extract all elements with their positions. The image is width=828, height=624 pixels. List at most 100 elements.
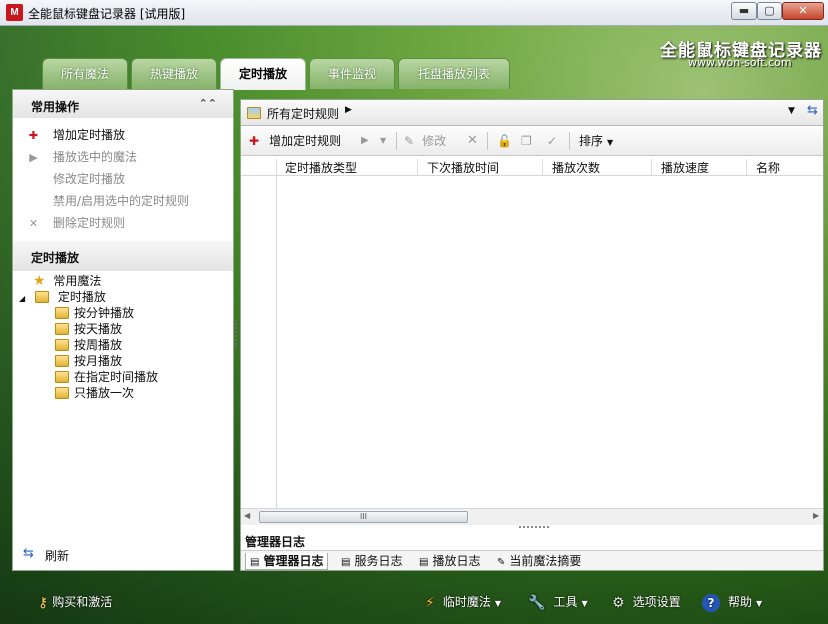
help-icon: ? [702,594,720,612]
op-toggle-rule[interactable]: 禁用/启用选中的定时规则 [13,190,233,212]
tree-label: 在指定时间播放 [74,370,159,384]
copy-icon[interactable]: ❐ [521,133,532,149]
op-edit-schedule[interactable]: 修改定时播放 [13,168,233,190]
temp-magic-button[interactable]: ⚡ 临时魔法 ▼ [425,593,501,611]
edit-button[interactable]: ✎ 修改 [404,133,446,149]
tab-hotkey-play[interactable]: 热键播放 [131,58,217,89]
log-tab-manager[interactable]: ▤ 管理器日志 [245,553,329,570]
buy-activate-button[interactable]: ⚷ 购买和激活 [38,593,112,611]
tools-button[interactable]: 🔧 工具 ▼ [528,593,588,611]
expand-icon[interactable]: ◢ [19,294,25,303]
refresh-button[interactable]: ⇆ 刷新 [13,538,233,570]
paste-icon[interactable]: ✓ [547,133,557,149]
folder-icon [55,307,69,319]
log-splitter[interactable] [519,526,549,528]
gear-icon: ⚙ [612,595,625,611]
col-next-time[interactable]: 下次播放时间 [427,159,499,176]
folder-icon [55,355,69,367]
tree-label: 按周播放 [74,338,123,352]
horizontal-scrollbar[interactable]: ◀ III ▶ [241,508,823,525]
collapse-icon[interactable]: ⌃⌃ [199,97,217,110]
tree-item-per-day[interactable]: 按天播放 [13,321,233,337]
tree-item-play-once[interactable]: 只播放一次 [13,385,233,401]
col-name[interactable]: 名称 [756,159,780,176]
tree-item-specific-time[interactable]: 在指定时间播放 [13,369,233,385]
toolbar-separator [487,132,488,150]
play-icon[interactable]: ▶ [361,133,369,149]
delete-icon: ✕ [28,217,39,230]
column-header: 定时播放类型 下次播放时间 播放次数 播放速度 名称 [241,156,823,176]
document-icon: ▤ [250,557,260,568]
op-add-schedule[interactable]: ✚ 增加定时播放 [13,124,233,146]
delete-icon[interactable]: ✕ [467,133,478,149]
op-label: 禁用/启用选中的定时规则 [53,194,190,208]
sort-button[interactable]: 排序 ▼ [579,133,613,149]
options-button[interactable]: ⚙ 选项设置 [612,593,681,611]
common-ops-header: 常用操作 ⌃⌃ [13,90,233,118]
splitter-handle[interactable] [235,320,239,348]
options-label: 选项设置 [632,595,681,609]
sort-label: 排序 [579,134,604,148]
schedule-tree-header: 定时播放 [13,241,233,271]
col-play-speed[interactable]: 播放速度 [661,159,709,176]
left-panel: 常用操作 ⌃⌃ ✚ 增加定时播放 ▶ 播放选中的魔法 修改定时播放 禁用/启用选… [12,89,234,571]
scroll-thumb[interactable]: III [259,511,468,523]
tree-item-favorites[interactable]: ★ 常用魔法 [13,273,233,289]
tree-label: 定时播放 [57,290,106,304]
add-rule-button[interactable]: ✚ 增加定时规则 [249,133,341,149]
close-button[interactable]: ✕ [782,2,824,20]
document-icon: ▤ [341,557,351,568]
tab-scheduled-play[interactable]: 定时播放 [220,58,306,90]
col-schedule-type[interactable]: 定时播放类型 [285,159,357,176]
unlock-icon[interactable]: 🔓 [497,133,512,149]
log-tab-label: 播放日志 [432,554,481,568]
minimize-button[interactable]: ▬ [731,2,757,20]
lightning-icon: ⚡ [425,595,435,611]
maximize-button[interactable]: ▢ [757,2,782,20]
log-tab-summary[interactable]: ✎ 当前魔法摘要 [497,553,581,570]
col-play-count[interactable]: 播放次数 [552,159,600,176]
log-tab-label: 管理器日志 [263,554,324,568]
ops-list: ✚ 增加定时播放 ▶ 播放选中的魔法 修改定时播放 禁用/启用选中的定时规则 ✕… [13,118,233,234]
log-tab-playback[interactable]: ▤ 播放日志 [419,553,480,570]
key-icon: ⚷ [38,595,49,611]
tree-label: 按月播放 [74,354,123,368]
dropdown-icon[interactable]: ▼ [788,106,795,116]
tree-label: 按分钟播放 [74,306,135,320]
tree-item-root[interactable]: ◢ 定时播放 [13,289,233,305]
tab-event-monitor[interactable]: 事件监视 [309,58,395,89]
tab-tray-playlist[interactable]: 托盘播放列表 [398,58,510,89]
tree-item-per-week[interactable]: 按周播放 [13,337,233,353]
op-delete-rule[interactable]: ✕ 删除定时规则 [13,212,233,234]
folder-icon [55,387,69,399]
tree-item-per-minute[interactable]: 按分钟播放 [13,305,233,321]
column-separator [417,159,418,175]
buy-label: 购买和激活 [52,595,113,609]
tree-item-per-month[interactable]: 按月播放 [13,353,233,369]
op-play-selected[interactable]: ▶ 播放选中的魔法 [13,146,233,168]
address-text[interactable]: 所有定时规则 [267,105,339,122]
help-button[interactable]: ? 帮助 ▼ [702,593,762,612]
refresh-icon[interactable]: ⇆ [807,103,818,118]
op-label: 播放选中的魔法 [53,150,138,164]
tab-all-magic[interactable]: 所有魔法 [42,58,128,89]
title-bar: M 全能鼠标键盘记录器 [试用版] ▬ ▢ ✕ [0,0,828,26]
add-rule-label: 增加定时规则 [269,134,342,148]
window-title: 全能鼠标键盘记录器 [试用版] [28,7,186,21]
column-separator [746,159,747,175]
chevron-right-icon[interactable]: ▶ [345,105,352,115]
rules-grid[interactable] [241,176,823,508]
log-tab-label: 当前魔法摘要 [509,554,582,568]
play-dropdown-icon[interactable]: ▼ [380,133,386,149]
log-tab-service[interactable]: ▤ 服务日志 [341,553,402,570]
log-tabs: ▤ 管理器日志 ▤ 服务日志 ▤ 播放日志 ✎ 当前魔法摘要 [241,550,823,570]
star-icon: ★ [33,273,46,289]
folder-icon [55,339,69,351]
chevron-down-icon: ▼ [581,599,588,608]
scroll-left-icon[interactable]: ◀ [244,511,250,520]
scroll-right-icon[interactable]: ▶ [813,511,819,520]
op-label: 修改定时播放 [53,172,126,186]
refresh-icon: ⇆ [23,546,34,561]
play-icon: ▶ [29,151,38,164]
tools-label: 工具 [553,595,578,609]
